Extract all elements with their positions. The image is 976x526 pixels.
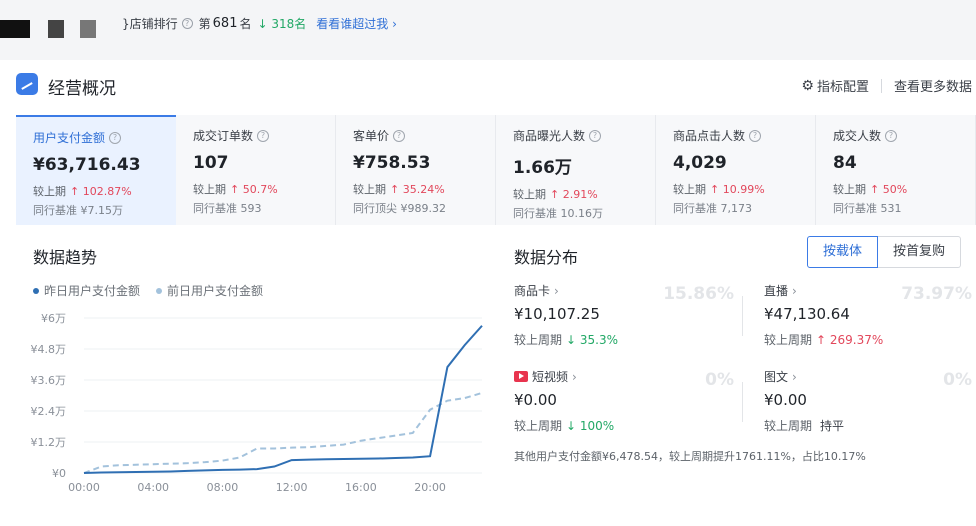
help-icon[interactable]: ? xyxy=(589,129,601,142)
distribution-toggle: 按载体 按首复购 xyxy=(807,236,962,268)
chevron-right-icon: › xyxy=(572,369,577,384)
rank-change: ↓ 318名 xyxy=(257,17,307,31)
by-carrier-button[interactable]: 按载体 xyxy=(807,236,879,268)
metric-label: 商品点击人数 xyxy=(672,129,745,143)
series-line-yesterday xyxy=(83,325,483,474)
divider xyxy=(742,296,743,336)
metric-peer: 同行基准 531 xyxy=(832,202,902,215)
metric-value: 1.66万 xyxy=(512,158,572,178)
top-bar: }店铺排行 ? 第 681 名 ↓ 318名 看看谁超过我 › xyxy=(0,0,976,48)
chevron-right-icon: › xyxy=(792,369,797,384)
metric-value: ¥758.53 xyxy=(352,153,431,173)
distribution-title: 数据分布 xyxy=(514,248,579,267)
dist-card-product[interactable]: 商品卡 › ¥10,107.25 较上周期 ↓ 35.3% 15.86% xyxy=(514,282,734,352)
metric-value: 84 xyxy=(832,153,857,173)
help-icon[interactable]: ? xyxy=(393,129,405,142)
legend-daybefore[interactable]: 前日用户支付金额 xyxy=(156,282,263,299)
metric-card-avg-price[interactable]: 客单价? ¥758.53 较上期 ↑ 35.24% 同行顶尖 ¥989.32 xyxy=(336,115,496,225)
y-tick-label: ¥0 xyxy=(52,467,66,480)
metric-peer: 同行基准 10.16万 xyxy=(512,207,603,220)
rank-label: }店铺排行 xyxy=(122,17,178,31)
by-first-repeat-button[interactable]: 按首复购 xyxy=(878,236,962,268)
help-icon[interactable]: ? xyxy=(109,131,122,144)
y-tick-label: ¥6万 xyxy=(41,312,66,325)
chevron-right-icon: › xyxy=(554,283,559,298)
y-tick-label: ¥3.6万 xyxy=(31,374,67,387)
page-title: 经营概况 xyxy=(48,79,116,99)
metric-label: 商品曝光人数 xyxy=(512,129,585,143)
metric-label: 成交人数 xyxy=(832,129,881,143)
help-icon[interactable]: ? xyxy=(749,129,761,142)
x-tick-label: 08:00 xyxy=(207,481,239,494)
metric-label: 用户支付金额 xyxy=(33,131,106,145)
metric-peer: 同行顶尖 ¥989.32 xyxy=(352,202,446,215)
metric-card-clicks[interactable]: 商品点击人数? 4,029 较上期 ↑ 10.99% 同行基准 7,173 xyxy=(656,115,816,225)
help-icon[interactable]: ? xyxy=(885,129,897,142)
header-actions: ⚙ 指标配置 查看更多数据 xyxy=(801,76,972,96)
dist-card-short-video[interactable]: 短视频 › ¥0.00 较上周期 ↓ 100% 0% xyxy=(514,368,734,438)
x-tick-label: 12:00 xyxy=(276,481,308,494)
x-tick-label: 16:00 xyxy=(345,481,377,494)
y-tick-label: ¥4.8万 xyxy=(31,343,67,356)
share-percent: 15.86% xyxy=(663,284,734,304)
y-tick-label: ¥1.2万 xyxy=(31,436,67,449)
metric-peer: 同行基准 7,173 xyxy=(672,202,752,215)
metric-label: 成交订单数 xyxy=(192,129,253,143)
series-line-daybefore xyxy=(83,391,483,474)
x-tick-label: 20:00 xyxy=(414,481,446,494)
divider xyxy=(742,382,743,422)
metric-card-orders[interactable]: 成交订单数? 107 较上期 ↑ 50.7% 同行基准 593 xyxy=(176,115,336,225)
overview-panel: 经营概况 ⚙ 指标配置 查看更多数据 用户支付金额? ¥63,716.43 较上… xyxy=(0,60,976,526)
metric-card-exposure[interactable]: 商品曝光人数? 1.66万 较上期 ↑ 2.91% 同行基准 10.16万 xyxy=(496,115,656,225)
x-tick-label: 04:00 xyxy=(137,481,169,494)
metric-peer: 同行基准 593 xyxy=(192,202,262,215)
legend-yesterday[interactable]: 昨日用户支付金额 xyxy=(33,282,140,299)
video-icon xyxy=(514,371,528,382)
metric-peer: 同行基准 ¥7.15万 xyxy=(33,204,123,217)
share-percent: 0% xyxy=(943,370,972,390)
more-data-link[interactable]: 查看更多数据 xyxy=(894,76,972,95)
x-tick-label: 00:00 xyxy=(68,481,100,494)
see-who-link[interactable]: 看看谁超过我 › xyxy=(316,15,397,32)
shop-rank: }店铺排行 ? 第 681 名 ↓ 318名 看看谁超过我 › xyxy=(122,15,397,32)
share-percent: 0% xyxy=(705,370,734,390)
metric-value: 107 xyxy=(192,153,229,173)
metric-change: ↑ 102.87% xyxy=(70,185,132,198)
metric-card-buyers[interactable]: 成交人数? 84 较上期 ↑ 50% 同行基准 531 xyxy=(816,115,976,225)
y-tick-label: ¥2.4万 xyxy=(31,405,67,418)
metric-change: ↑ 50% xyxy=(869,183,908,196)
metric-label: 客单价 xyxy=(352,129,389,143)
metric-value: ¥63,716.43 xyxy=(33,155,141,175)
metric-card-payment[interactable]: 用户支付金额? ¥63,716.43 较上期 ↑ 102.87% 同行基准 ¥7.… xyxy=(16,115,176,225)
dist-card-live[interactable]: 直播 › ¥47,130.64 较上周期 ↑ 269.37% 73.97% xyxy=(764,282,972,352)
chart-legend: 昨日用户支付金额 前日用户支付金额 xyxy=(33,282,279,299)
help-icon[interactable]: ? xyxy=(181,18,193,29)
metric-change: ↑ 35.24% xyxy=(389,183,445,196)
metric-config-button[interactable]: 指标配置 xyxy=(817,76,869,95)
metric-change: ↑ 50.7% xyxy=(229,183,278,196)
trend-chart: ¥0 ¥1.2万 ¥2.4万 ¥3.6万 ¥4.8万 ¥6万 00:00 04:00 08:00… xyxy=(31,312,483,494)
metric-change: ↑ 2.91% xyxy=(549,188,598,201)
chevron-right-icon: › xyxy=(792,283,797,298)
trend-title: 数据趋势 xyxy=(33,248,98,267)
metric-change: ↑ 10.99% xyxy=(709,183,765,196)
help-icon[interactable]: ? xyxy=(257,129,269,142)
overview-icon xyxy=(16,73,38,95)
other-payment-note: 其他用户支付金额¥6,478.54，较上周期提升1761.11%，占比10.17… xyxy=(514,450,866,463)
divider xyxy=(880,78,882,93)
rank-number: 681 xyxy=(212,16,238,31)
metric-cards: 用户支付金额? ¥63,716.43 较上期 ↑ 102.87% 同行基准 ¥7.… xyxy=(16,115,976,225)
gear-icon[interactable]: ⚙ xyxy=(801,78,814,94)
metric-value: 4,029 xyxy=(672,153,727,173)
share-percent: 73.97% xyxy=(901,284,972,304)
dist-card-image-text[interactable]: 图文 › ¥0.00 较上周期 持平 0% xyxy=(764,368,972,438)
